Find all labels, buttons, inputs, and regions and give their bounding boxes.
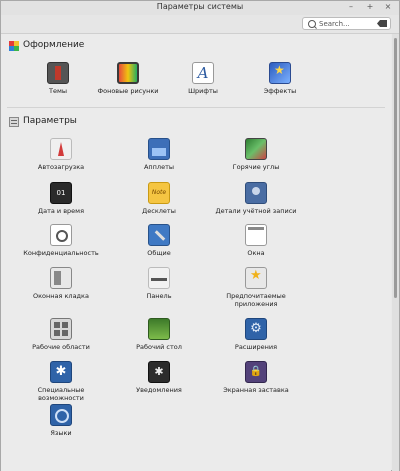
clear-search-icon[interactable]	[377, 20, 387, 27]
effects-icon	[269, 62, 291, 84]
settings-item-date-time[interactable]: 01 Дата и время	[14, 182, 108, 222]
fonts-icon: A	[192, 62, 214, 84]
scrollbar-thumb[interactable]	[394, 38, 397, 298]
settings-item-languages[interactable]: Языки	[14, 404, 108, 444]
settings-content: Оформление Темы Фоновые рисунки A Шрифты…	[1, 34, 391, 471]
date-time-icon: 01	[50, 182, 72, 204]
section-preferences-title: Параметры	[23, 116, 77, 126]
settings-item-autostart[interactable]: Автозагрузка	[14, 138, 108, 178]
item-label: Оконная кладка	[33, 292, 89, 300]
item-label: Предпочитаемые приложения	[226, 292, 286, 308]
item-label: Экранная заставка	[223, 386, 289, 394]
item-label: Автозагрузка	[37, 163, 85, 171]
search-box[interactable]	[302, 17, 391, 30]
maximize-button[interactable]: +	[365, 2, 375, 12]
accessibility-icon: ✱	[50, 361, 72, 383]
extensions-icon: ⚙	[245, 318, 267, 340]
window-tiling-icon	[50, 267, 72, 289]
settings-window: Параметры системы – + × Оформление	[0, 0, 400, 471]
windows-icon	[245, 224, 267, 246]
hot-corners-icon	[245, 138, 267, 160]
title-bar[interactable]: Параметры системы – + ×	[1, 1, 399, 15]
settings-item-preferred-apps[interactable]: Предпочитаемые приложения	[209, 267, 303, 308]
settings-item-panel[interactable]: Панель	[112, 267, 206, 307]
item-label: Рабочий стол	[136, 343, 182, 351]
screensaver-icon: 🔒	[245, 361, 267, 383]
settings-item-privacy[interactable]: Конфиденциальность	[14, 224, 108, 264]
settings-item-notifications[interactable]: ✱ Уведомления	[112, 361, 206, 401]
preferences-icon	[9, 117, 19, 127]
window-title: Параметры системы	[156, 2, 244, 11]
item-label: Апплеты	[143, 163, 175, 171]
privacy-icon	[50, 224, 72, 246]
applets-icon	[148, 138, 170, 160]
workspaces-icon	[50, 318, 72, 340]
item-label: Общие	[147, 249, 171, 257]
item-label: Уведомления	[136, 386, 182, 394]
settings-item-effects[interactable]: Эффекты	[233, 62, 327, 102]
item-label: Детали учётной записи	[215, 207, 297, 215]
notifications-icon: ✱	[148, 361, 170, 383]
item-label: Рабочие области	[32, 343, 90, 351]
minimize-button[interactable]: –	[346, 2, 356, 12]
toolbar	[1, 15, 399, 34]
settings-item-screensaver[interactable]: 🔒 Экранная заставка	[209, 361, 303, 401]
themes-icon	[47, 62, 69, 84]
section-divider	[7, 107, 385, 108]
settings-item-applets[interactable]: Апплеты	[112, 138, 206, 178]
account-details-icon	[245, 182, 267, 204]
item-label: Специальные возможности	[37, 386, 85, 402]
settings-item-extensions[interactable]: ⚙ Расширения	[209, 318, 303, 358]
settings-item-account-details[interactable]: Детали учётной записи	[209, 182, 303, 222]
section-appearance-title: Оформление	[23, 40, 85, 50]
item-label: Окна	[247, 249, 265, 257]
close-button[interactable]: ×	[383, 2, 393, 12]
item-label: Горячие углы	[232, 163, 280, 171]
settings-item-accessibility[interactable]: ✱ Специальные возможности	[14, 361, 108, 402]
autostart-icon	[50, 138, 72, 160]
vertical-scrollbar[interactable]	[392, 34, 399, 471]
settings-item-workspaces[interactable]: Рабочие области	[14, 318, 108, 358]
preferred-apps-icon	[245, 267, 267, 289]
settings-item-windows[interactable]: Окна	[209, 224, 303, 264]
settings-item-hot-corners[interactable]: Горячие углы	[209, 138, 303, 178]
item-label: Панель	[146, 292, 172, 300]
item-label: Конфиденциальность	[23, 249, 99, 257]
panel-icon	[148, 267, 170, 289]
settings-item-desklets[interactable]: Note Десклеты	[112, 182, 206, 222]
palette-icon	[9, 41, 19, 51]
search-input[interactable]	[319, 19, 377, 29]
settings-item-desktop[interactable]: Рабочий стол	[112, 318, 206, 358]
item-label: Языки	[50, 429, 72, 437]
desklets-icon: Note	[148, 182, 170, 204]
settings-item-window-tiling[interactable]: Оконная кладка	[14, 267, 108, 307]
item-label: Эффекты	[263, 87, 297, 95]
item-label: Расширения	[234, 343, 278, 351]
desktop-icon	[148, 318, 170, 340]
item-label: Дата и время	[38, 207, 84, 215]
settings-item-general[interactable]: Общие	[112, 224, 206, 264]
search-icon	[308, 20, 316, 28]
backgrounds-icon	[117, 62, 139, 84]
item-label: Десклеты	[142, 207, 176, 215]
languages-icon	[50, 404, 72, 426]
general-icon	[148, 224, 170, 246]
